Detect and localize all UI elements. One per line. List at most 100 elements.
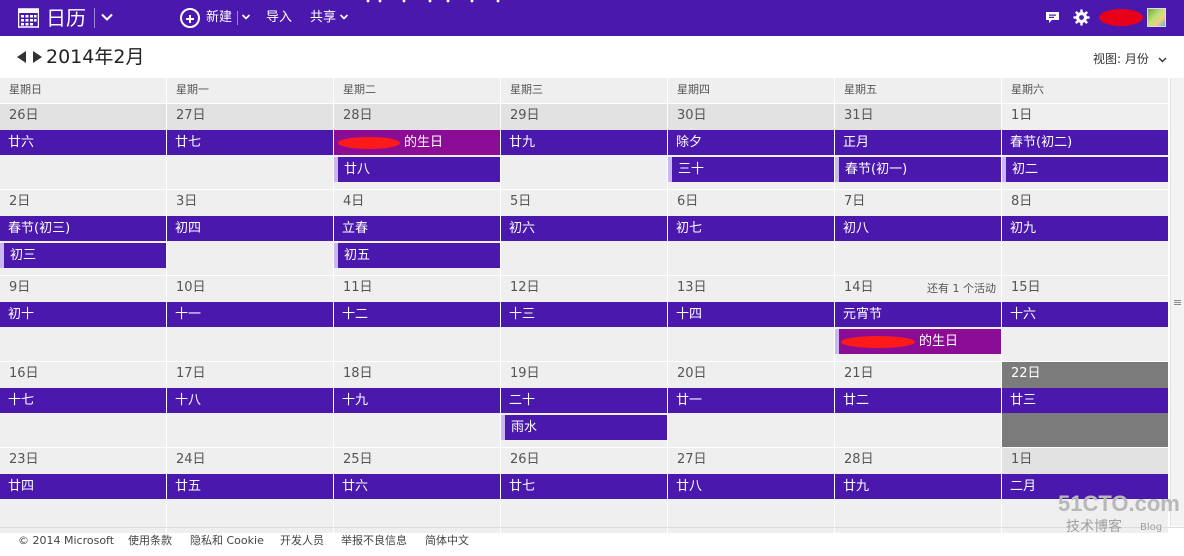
calendar-event[interactable]: 廿五	[167, 474, 333, 499]
day-cell[interactable]: 7日 初八	[835, 190, 1001, 275]
day-cell[interactable]: 10日 十一	[167, 276, 333, 361]
report-abuse-link[interactable]: 举报不良信息	[341, 534, 407, 548]
calendar-event[interactable]: 廿九	[501, 130, 667, 155]
developers-link[interactable]: 开发人员	[280, 534, 324, 548]
share-button[interactable]: 共享	[310, 7, 336, 29]
app-title[interactable]: 日历	[46, 5, 86, 31]
calendar-event[interactable]: 春节(初三)	[0, 216, 166, 241]
calendar-event[interactable]: 雨水	[501, 415, 667, 440]
more-events-link[interactable]: 还有 1 个活动	[927, 282, 996, 296]
calendar-icon[interactable]	[18, 8, 39, 28]
day-cell[interactable]: 18日 十九	[334, 362, 500, 447]
calendar-event[interactable]: 十六	[1002, 302, 1168, 327]
import-button[interactable]: 导入	[266, 7, 292, 29]
app-switcher-chevron-icon[interactable]	[100, 10, 114, 24]
calendar-event[interactable]: 廿四	[0, 474, 166, 499]
calendar-event[interactable]: 初九	[1002, 216, 1168, 241]
calendar-event[interactable]: 初六	[501, 216, 667, 241]
day-cell[interactable]: 29日 廿九	[501, 104, 667, 189]
view-chevron-icon[interactable]	[1158, 55, 1167, 64]
calendar-event[interactable]: 十七	[0, 388, 166, 413]
day-cell[interactable]: 28日 的生日 廿八	[334, 104, 500, 189]
view-selector[interactable]: 视图: 月份	[1093, 51, 1149, 67]
calendar-event[interactable]: 廿九	[835, 474, 1001, 499]
calendar-event[interactable]: 立春	[334, 216, 500, 241]
calendar-event[interactable]: 廿六	[334, 474, 500, 499]
day-cell[interactable]: 6日 初七	[668, 190, 834, 275]
share-chevron-icon[interactable]	[339, 12, 349, 22]
day-cell[interactable]: 14日 还有 1 个活动 元宵节 的生日	[835, 276, 1001, 361]
calendar-event[interactable]: 初五	[334, 243, 500, 268]
calendar-event[interactable]: 廿八	[334, 157, 500, 182]
previous-month-arrow-icon[interactable]	[17, 51, 26, 63]
day-cell[interactable]: 24日 廿五	[167, 448, 333, 533]
event-title: 初六	[509, 221, 536, 236]
redacted-user-name[interactable]	[1099, 9, 1143, 26]
calendar-event[interactable]: 元宵节	[835, 302, 1001, 327]
vertical-scrollbar[interactable]	[1170, 78, 1184, 526]
day-cell[interactable]: 8日 初九	[1002, 190, 1168, 275]
calendar-event[interactable]: 春节(初二)	[1002, 130, 1168, 155]
day-cell[interactable]: 9日 初十	[0, 276, 166, 361]
calendar-event[interactable]: 初八	[835, 216, 1001, 241]
day-cell[interactable]: 26日 廿六	[0, 104, 166, 189]
calendar-event[interactable]: 三十	[668, 157, 834, 182]
calendar-event[interactable]: 十八	[167, 388, 333, 413]
day-cell[interactable]: 31日 正月 春节(初一)	[835, 104, 1001, 189]
calendar-event[interactable]: 二十	[501, 388, 667, 413]
calendar-event[interactable]: 十一	[167, 302, 333, 327]
calendar-event[interactable]: 初四	[167, 216, 333, 241]
calendar-event[interactable]: 春节(初一)	[835, 157, 1001, 182]
calendar-event[interactable]: 正月	[835, 130, 1001, 155]
calendar-event[interactable]: 十二	[334, 302, 500, 327]
calendar-event[interactable]: 廿一	[668, 388, 834, 413]
day-cell[interactable]: 12日 十三	[501, 276, 667, 361]
avatar[interactable]	[1147, 8, 1166, 27]
calendar-event[interactable]: 廿七	[501, 474, 667, 499]
calendar-event[interactable]: 初七	[668, 216, 834, 241]
day-cell[interactable]: 26日 廿七	[501, 448, 667, 533]
day-cell[interactable]: 25日 廿六	[334, 448, 500, 533]
day-cell[interactable]: 16日 十七	[0, 362, 166, 447]
day-cell[interactable]: 2日 春节(初三) 初三	[0, 190, 166, 275]
day-cell[interactable]: 19日 二十 雨水	[501, 362, 667, 447]
calendar-event[interactable]: 除夕	[668, 130, 834, 155]
calendar-event[interactable]: 十四	[668, 302, 834, 327]
calendar-event[interactable]: 十九	[334, 388, 500, 413]
day-cell[interactable]: 4日 立春 初五	[334, 190, 500, 275]
messaging-icon[interactable]	[1045, 11, 1060, 24]
day-cell[interactable]: 3日 初四	[167, 190, 333, 275]
calendar-event[interactable]: 廿三	[1002, 388, 1168, 413]
day-cell[interactable]: 5日 初六	[501, 190, 667, 275]
terms-link[interactable]: 使用条款	[128, 534, 172, 548]
day-cell[interactable]: 21日 廿二	[835, 362, 1001, 447]
calendar-event[interactable]: 十三	[501, 302, 667, 327]
new-options-chevron-icon[interactable]	[241, 12, 251, 22]
day-cell[interactable]: 28日 廿九	[835, 448, 1001, 533]
next-month-arrow-icon[interactable]	[33, 51, 42, 63]
calendar-event[interactable]: 廿七	[167, 130, 333, 155]
day-cell[interactable]: 11日 十二	[334, 276, 500, 361]
calendar-event[interactable]: 初二	[1002, 157, 1168, 182]
privacy-link[interactable]: 隐私和 Cookie	[190, 534, 264, 548]
day-cell[interactable]: 20日 廿一	[668, 362, 834, 447]
calendar-event[interactable]: 廿二	[835, 388, 1001, 413]
birthday-event[interactable]: 的生日	[334, 130, 500, 155]
calendar-event[interactable]: 廿六	[0, 130, 166, 155]
day-cell[interactable]: 15日 十六	[1002, 276, 1168, 361]
birthday-event[interactable]: 的生日	[835, 329, 1001, 354]
day-cell[interactable]: 27日 廿八	[668, 448, 834, 533]
day-cell[interactable]: 30日 除夕 三十	[668, 104, 834, 189]
day-cell[interactable]: 1日 春节(初二) 初二	[1002, 104, 1168, 189]
day-cell[interactable]: 27日 廿七	[167, 104, 333, 189]
day-cell[interactable]: 23日 廿四	[0, 448, 166, 533]
calendar-event[interactable]: 初三	[0, 243, 166, 268]
new-event-button[interactable]: 新建	[180, 7, 232, 29]
language-link[interactable]: 简体中文	[425, 534, 469, 548]
calendar-event[interactable]: 廿八	[668, 474, 834, 499]
gear-icon[interactable]	[1073, 9, 1090, 26]
day-cell[interactable]: 13日 十四	[668, 276, 834, 361]
day-cell[interactable]: 22日 廿三	[1002, 362, 1168, 447]
day-cell[interactable]: 17日 十八	[167, 362, 333, 447]
calendar-event[interactable]: 初十	[0, 302, 166, 327]
